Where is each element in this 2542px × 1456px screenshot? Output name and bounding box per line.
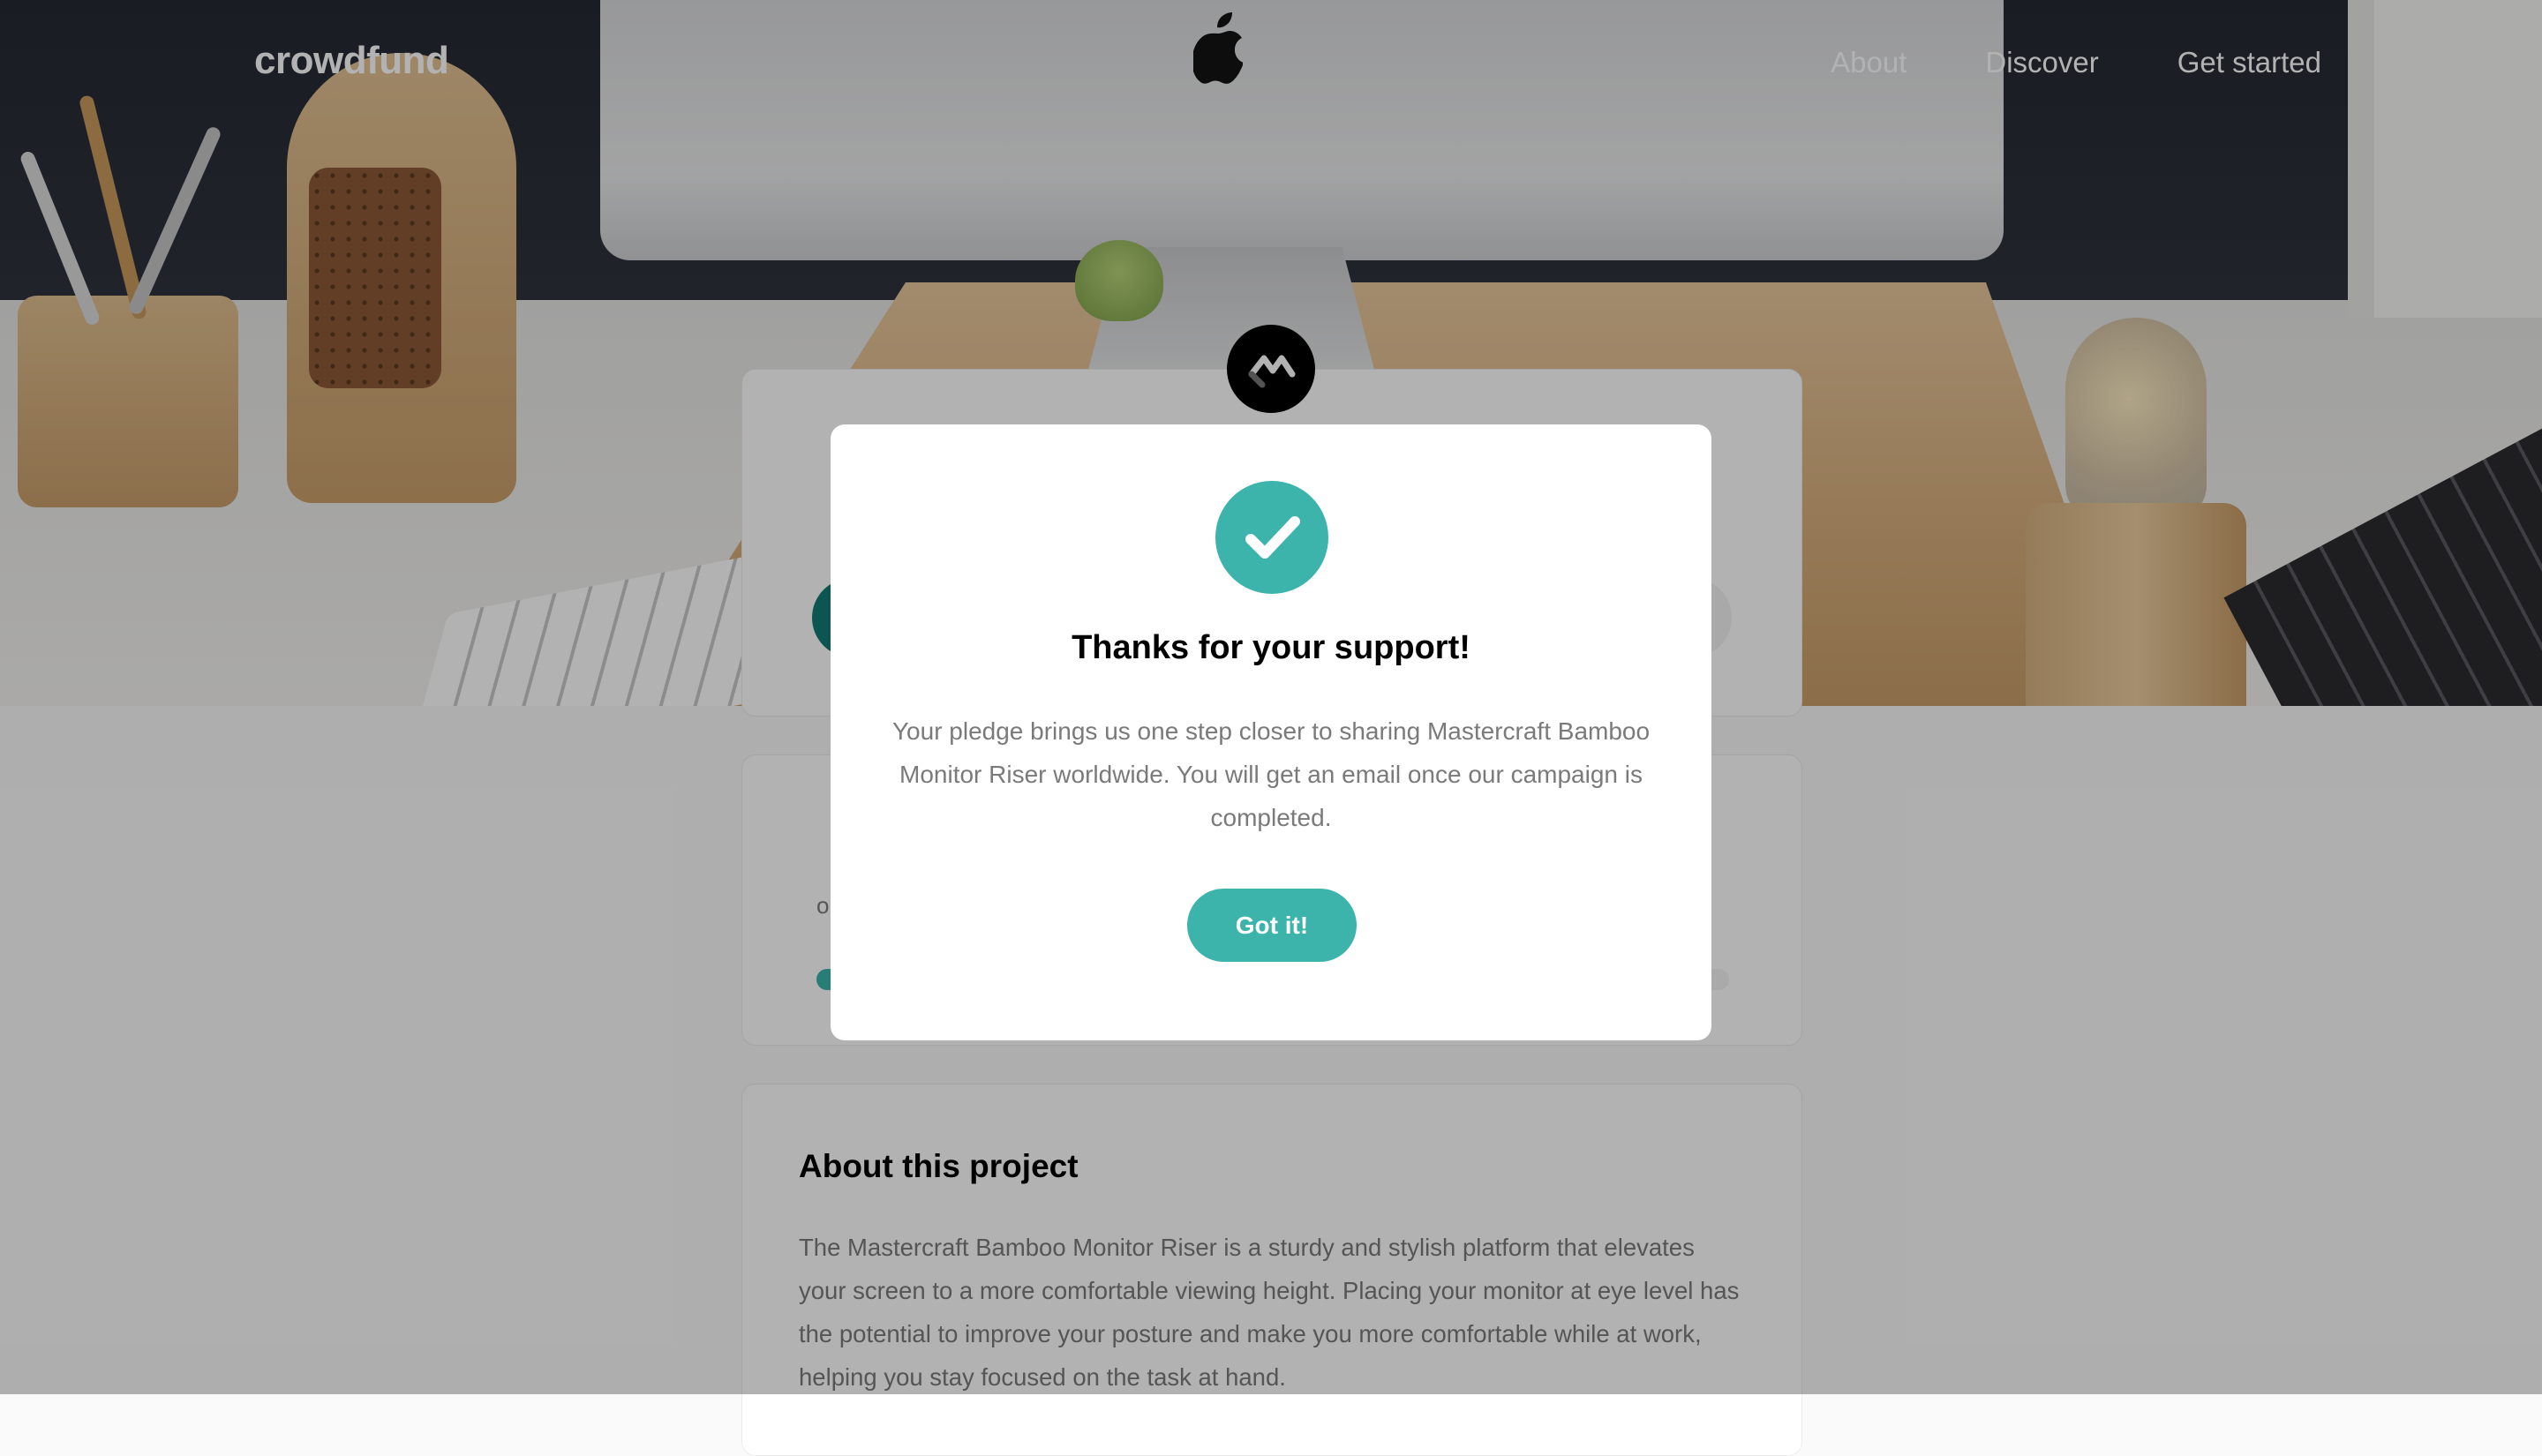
success-modal: Thanks for your support! Your pledge bri… [831,424,1711,1040]
modal-message: Your pledge brings us one step closer to… [891,717,1651,831]
got-it-button[interactable]: Got it! [1187,889,1357,962]
check-icon [1215,481,1328,594]
modal-title: Thanks for your support! [1072,629,1470,666]
